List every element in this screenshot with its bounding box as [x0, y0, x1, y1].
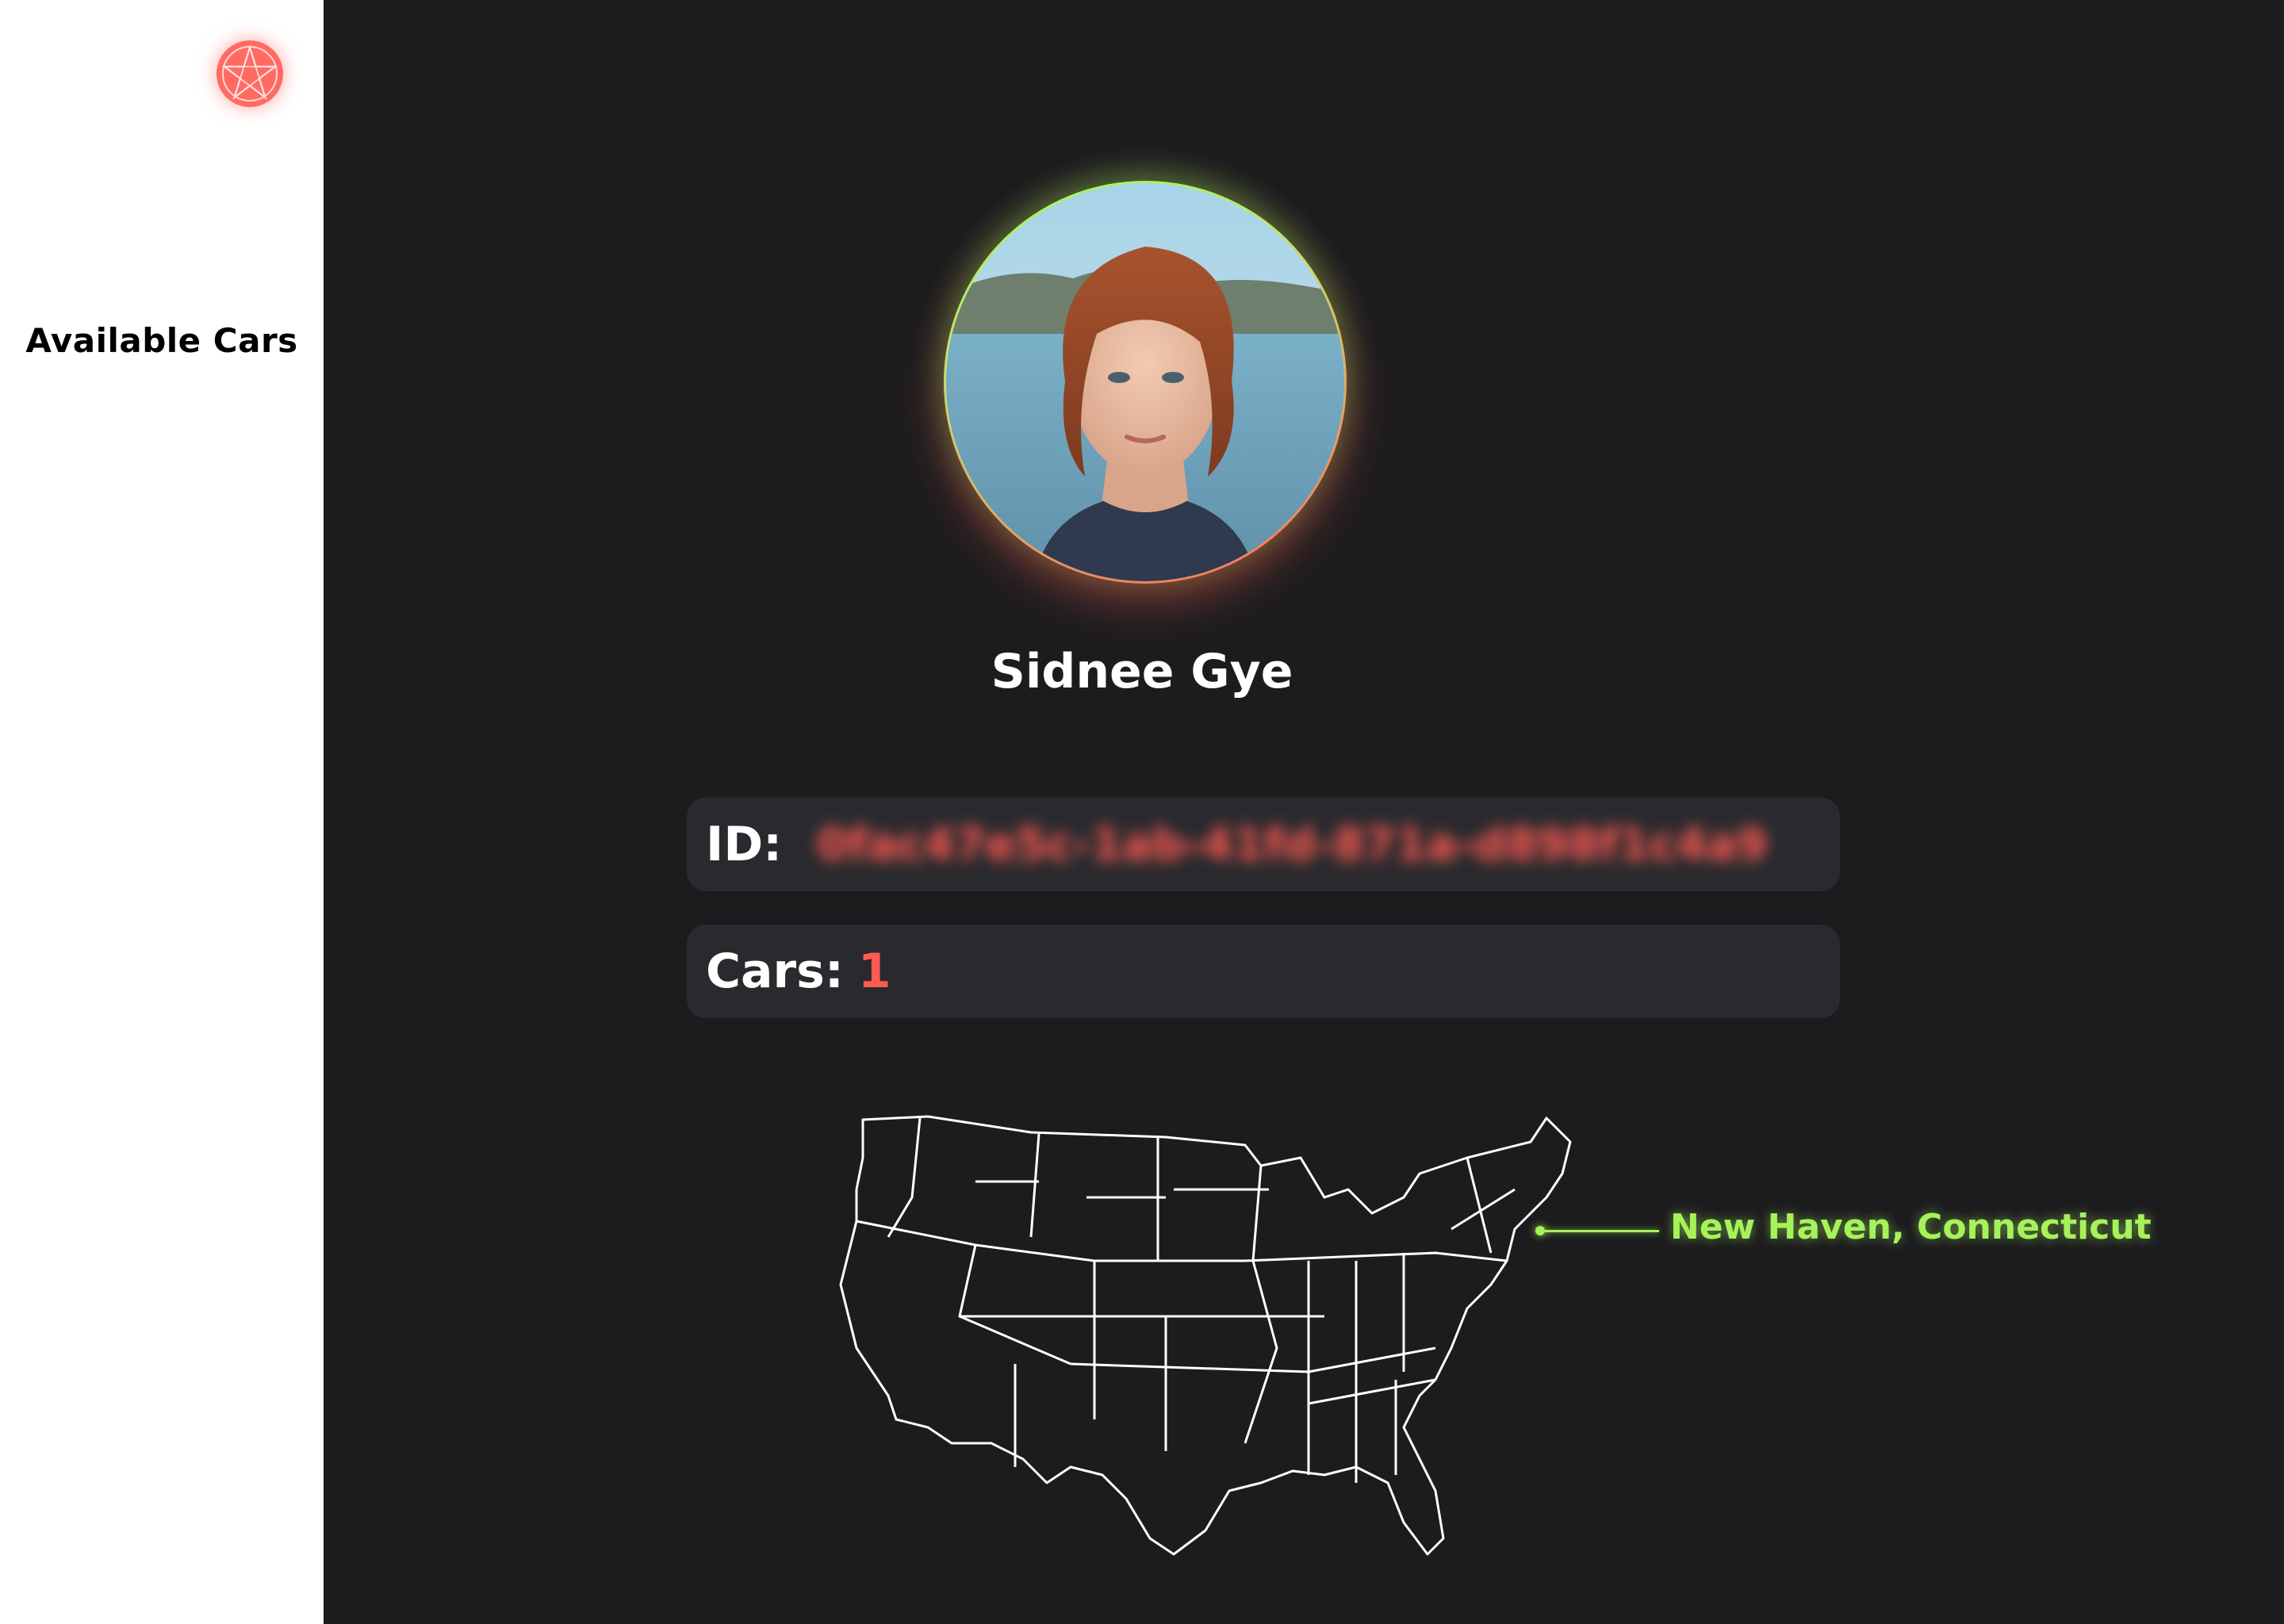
us-outline [839, 1115, 1572, 1556]
cars-field: Cars: 1 [687, 925, 1840, 1018]
sidebar-item-available-cars[interactable]: Available Cars [0, 321, 324, 360]
us-map [833, 1110, 1610, 1570]
cars-count: 1 [857, 944, 891, 999]
app-root: Available Cars Sidnee Gye ID: 0fac47e5c-… [0, 0, 2284, 1624]
cars-label: Cars: [706, 944, 844, 999]
location-label: New Haven, Connecticut [1670, 1207, 2152, 1247]
location-callout-line [1540, 1230, 1659, 1232]
sidebar: Available Cars [0, 0, 324, 1624]
avatar-ring [944, 181, 1347, 584]
user-avatar [946, 183, 1344, 581]
id-field: ID: 0fac47e5c-1ab-41fd-871a-d898f1c4a9 [687, 798, 1840, 891]
pentagram-star-icon[interactable] [214, 38, 286, 109]
id-label: ID: [706, 817, 783, 872]
user-name: Sidnee Gye [991, 644, 1293, 699]
id-value: 0fac47e5c-1ab-41fd-871a-d898f1c4a9 [817, 818, 1768, 871]
